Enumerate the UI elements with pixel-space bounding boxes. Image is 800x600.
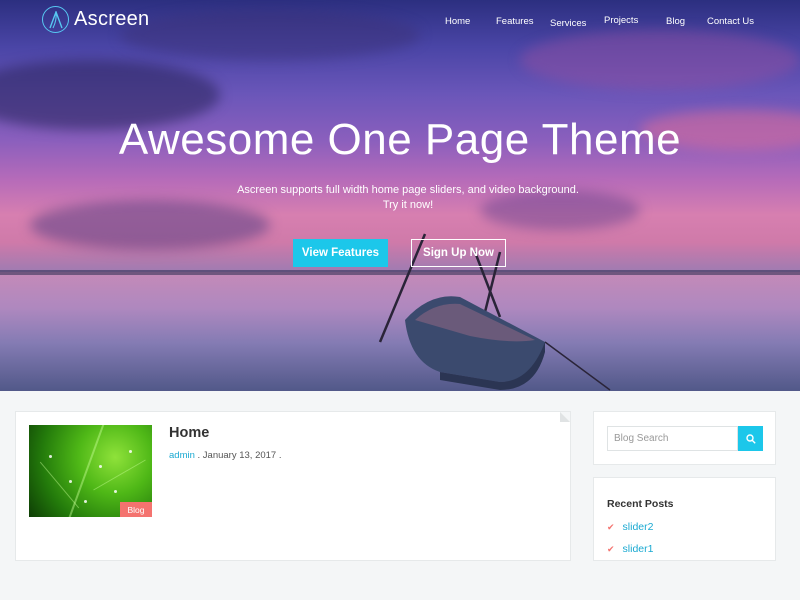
post-meta: admin . January 13, 2017 .: [169, 450, 282, 461]
sign-up-button[interactable]: Sign Up Now: [411, 239, 506, 267]
water-drop: [129, 450, 132, 453]
recent-post-item[interactable]: ✔ slider1: [607, 543, 653, 555]
post-title[interactable]: Home: [169, 425, 209, 441]
nav-services[interactable]: Services: [550, 18, 586, 29]
card-corner-fold: [560, 412, 570, 422]
search-button[interactable]: [738, 426, 763, 451]
cloud: [520, 30, 800, 90]
nav-blog[interactable]: Blog: [666, 16, 685, 27]
check-icon: ✔: [607, 543, 615, 554]
hero-section: Ascreen Home Features Services Projects …: [0, 0, 800, 391]
hero-subtitle-line1: Ascreen supports full width home page sl…: [237, 184, 579, 196]
recent-posts-title: Recent Posts: [607, 498, 674, 510]
category-badge[interactable]: Blog: [120, 502, 152, 517]
hero-subtitle-line2: Try it now!: [382, 199, 434, 211]
water-drop: [69, 480, 72, 483]
view-features-button[interactable]: View Features: [293, 239, 388, 267]
water-drop: [99, 465, 102, 468]
hero-title: Awesome One Page Theme: [118, 115, 682, 164]
search-widget: [593, 411, 776, 465]
post-author[interactable]: admin: [169, 450, 195, 461]
nav-projects[interactable]: Projects: [604, 15, 638, 26]
meta-separator: .: [194, 450, 203, 461]
recent-posts-widget: Recent Posts ✔ slider2 ✔ slider1: [593, 477, 776, 561]
water-drop: [49, 455, 52, 458]
post-date: January 13, 2017: [202, 450, 277, 461]
search-icon: [745, 433, 756, 444]
hero-subtitle: Ascreen supports full width home page sl…: [200, 183, 616, 213]
water-drop: [114, 490, 117, 493]
recent-post-item[interactable]: ✔ slider2: [607, 521, 653, 533]
nav-features[interactable]: Features: [496, 16, 534, 27]
recent-post-link[interactable]: slider1: [623, 543, 654, 555]
leaf-vein: [63, 425, 107, 517]
meta-trailing: .: [276, 450, 282, 461]
nav-contact-us[interactable]: Contact Us: [707, 16, 754, 27]
post-card: Blog Home admin . January 13, 2017 .: [15, 411, 571, 561]
leaf-vein: [39, 461, 80, 509]
check-icon: ✔: [607, 521, 615, 532]
recent-post-link[interactable]: slider2: [623, 521, 654, 533]
nav-home[interactable]: Home: [445, 16, 470, 27]
search-input[interactable]: [607, 426, 738, 451]
main-navigation: Home Features Services Projects Blog Con…: [0, 15, 800, 30]
water-drop: [84, 500, 87, 503]
